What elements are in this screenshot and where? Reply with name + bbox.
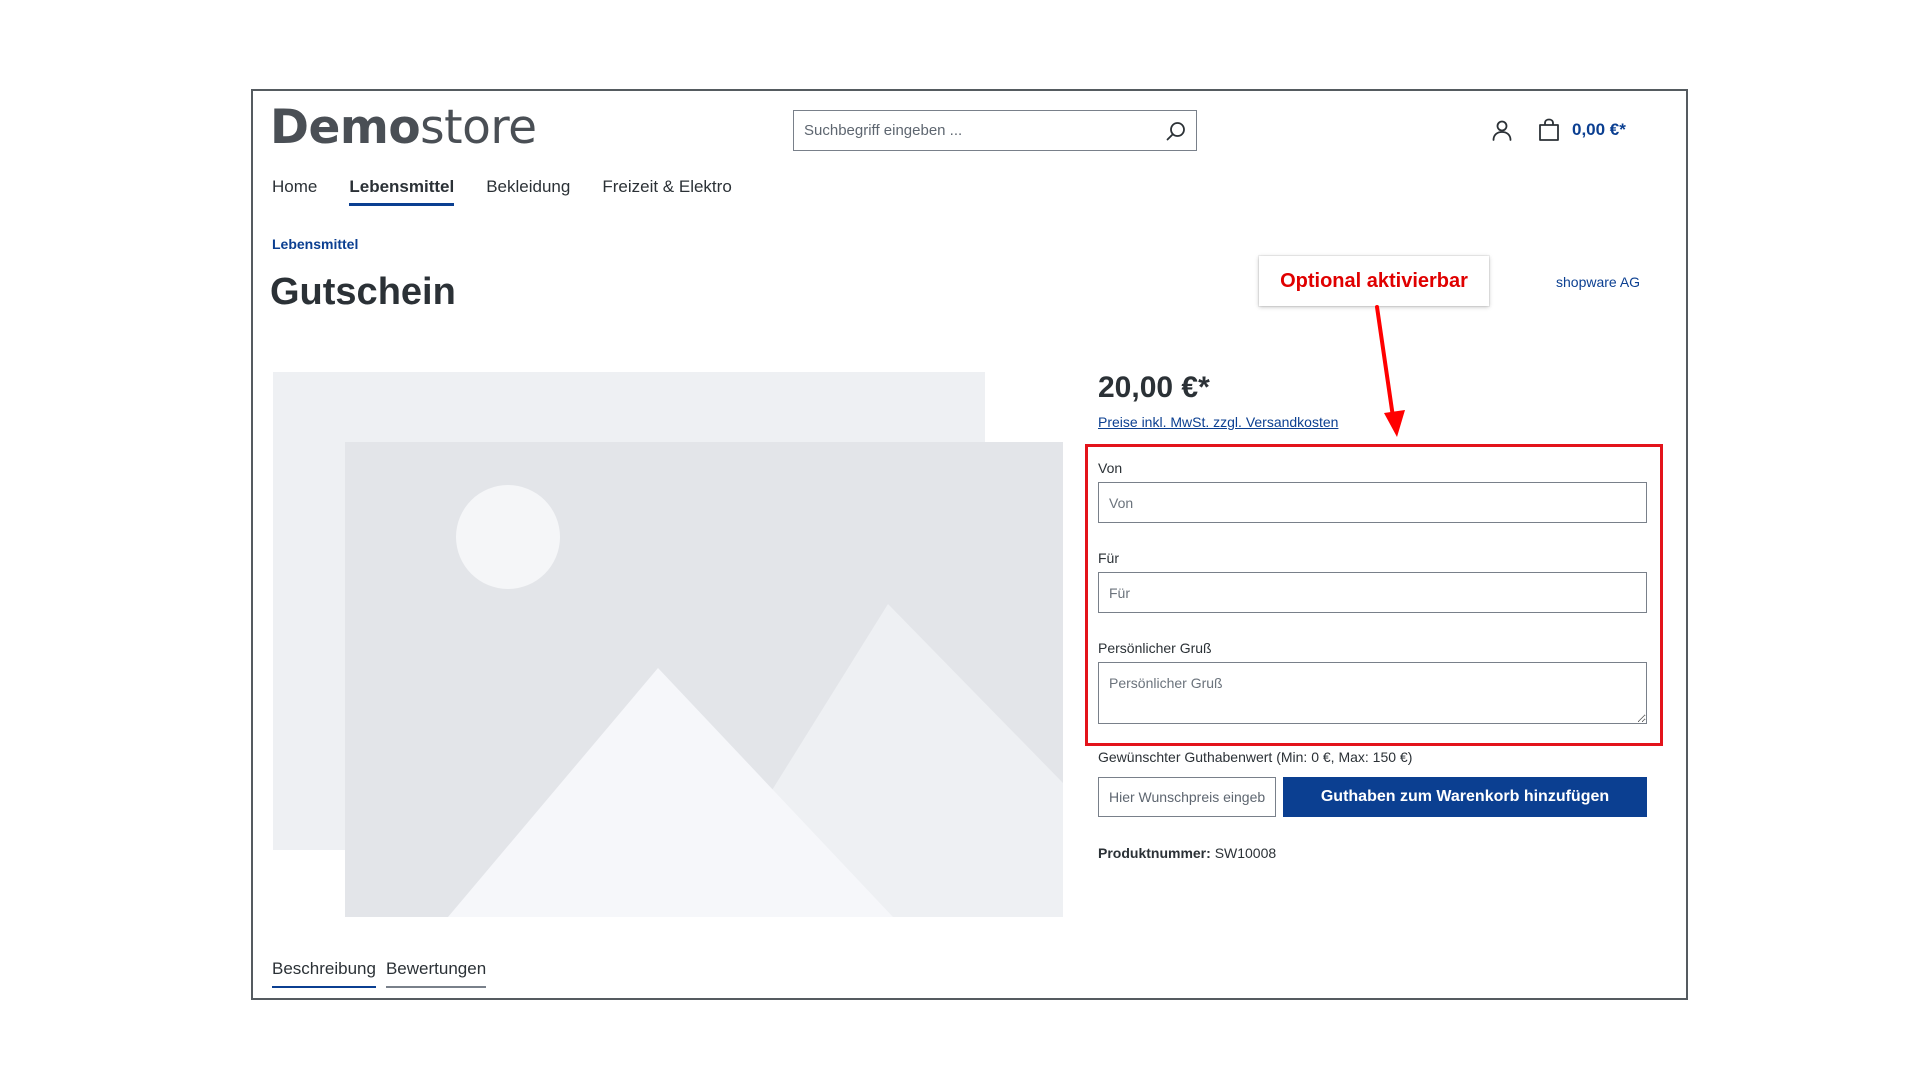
cart-total: 0,00 €* — [1572, 120, 1626, 139]
nav-item-freizeit-elektro[interactable]: Freizeit & Elektro — [602, 176, 731, 206]
product-number: Produktnummer: SW10008 — [1098, 845, 1276, 861]
to-field[interactable] — [1098, 572, 1647, 613]
search-input[interactable] — [794, 111, 1154, 150]
from-field[interactable] — [1098, 482, 1647, 523]
from-label: Von — [1098, 460, 1123, 476]
shopping-bag-icon — [1539, 118, 1559, 141]
logo-light-text: store — [420, 100, 537, 155]
breadcrumb[interactable]: Lebensmittel — [272, 236, 358, 252]
product-detail-tabs: Beschreibung Bewertungen — [272, 958, 487, 988]
annotation-text: Optional aktivierbar — [1280, 269, 1468, 292]
product-number-label: Produktnummer: — [1098, 845, 1211, 861]
search-icon[interactable] — [1164, 119, 1188, 143]
product-price: 20,00 €* — [1098, 371, 1210, 404]
store-logo[interactable]: Demostore — [270, 98, 537, 158]
wish-price-input[interactable] — [1098, 777, 1276, 817]
cart-button[interactable]: 0,00 €* — [1536, 116, 1626, 144]
manufacturer-link[interactable]: shopware AG — [1556, 274, 1640, 290]
add-to-cart-button[interactable]: Guthaben zum Warenkorb hinzufügen — [1283, 777, 1647, 817]
product-image-placeholder — [273, 372, 1063, 917]
nav-item-lebensmittel[interactable]: Lebensmittel — [349, 176, 455, 206]
tab-bewertungen[interactable]: Bewertungen — [385, 958, 487, 988]
greeting-label: Persönlicher Gruß — [1098, 640, 1212, 656]
account-icon[interactable] — [1490, 118, 1514, 142]
search-box — [793, 110, 1197, 151]
credit-value-label: Gewünschter Guthabenwert (Min: 0 €, Max:… — [1098, 749, 1413, 765]
tab-beschreibung[interactable]: Beschreibung — [272, 958, 376, 988]
tax-shipping-link[interactable]: Preise inkl. MwSt. zzgl. Versandkosten — [1098, 414, 1338, 430]
to-label: Für — [1098, 550, 1119, 566]
greeting-field[interactable] — [1098, 662, 1647, 724]
product-number-value: SW10008 — [1214, 845, 1277, 861]
annotation-callout: Optional aktivierbar — [1259, 256, 1489, 306]
nav-item-bekleidung[interactable]: Bekleidung — [486, 176, 570, 206]
page-title: Gutschein — [270, 271, 456, 313]
nav-item-home[interactable]: Home — [272, 176, 317, 206]
main-navigation: Home Lebensmittel Bekleidung Freizeit & … — [272, 176, 732, 206]
annotation-arrow-icon — [1375, 305, 1405, 437]
logo-bold-text: Demo — [270, 100, 421, 155]
